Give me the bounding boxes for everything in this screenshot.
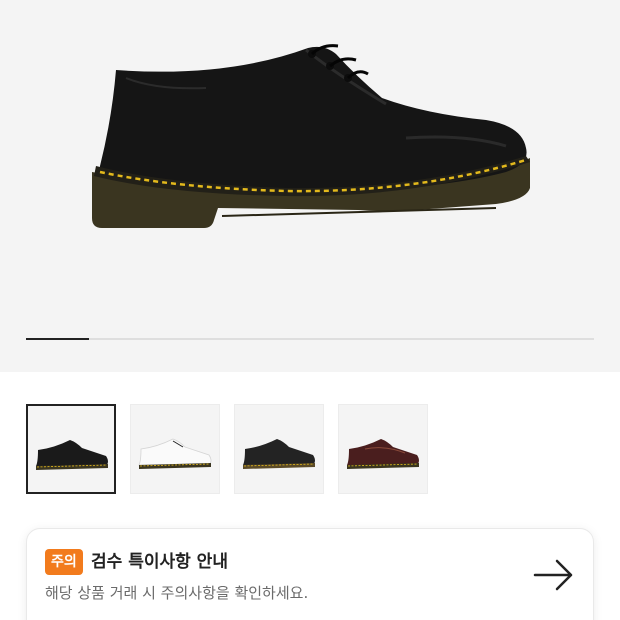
image-progress-bar (26, 338, 594, 340)
thumbnail-4[interactable] (338, 404, 428, 494)
shoe-thumbnail-image (138, 438, 212, 469)
shoe-thumbnail-image (347, 439, 419, 469)
product-image-viewer[interactable] (0, 0, 620, 372)
thumbnail-3[interactable] (234, 404, 324, 494)
thumbnail-2[interactable] (130, 404, 220, 494)
shoe-thumbnail-image (36, 440, 108, 470)
inspection-notice-card[interactable]: 주의 검수 특이사항 안내 해당 상품 거래 시 주의사항을 확인하세요. (26, 528, 594, 620)
shoe-thumbnail-image (243, 439, 315, 469)
notice-description: 해당 상품 거래 시 주의사항을 확인하세요. (45, 584, 309, 602)
notice-title: 검수 특이사항 안내 (91, 552, 228, 572)
caution-badge: 주의 (45, 549, 83, 575)
arrow-right-icon[interactable] (533, 557, 575, 593)
image-progress-indicator (26, 338, 90, 340)
thumbnail-1[interactable] (26, 404, 116, 494)
product-shoe-image (92, 44, 530, 228)
